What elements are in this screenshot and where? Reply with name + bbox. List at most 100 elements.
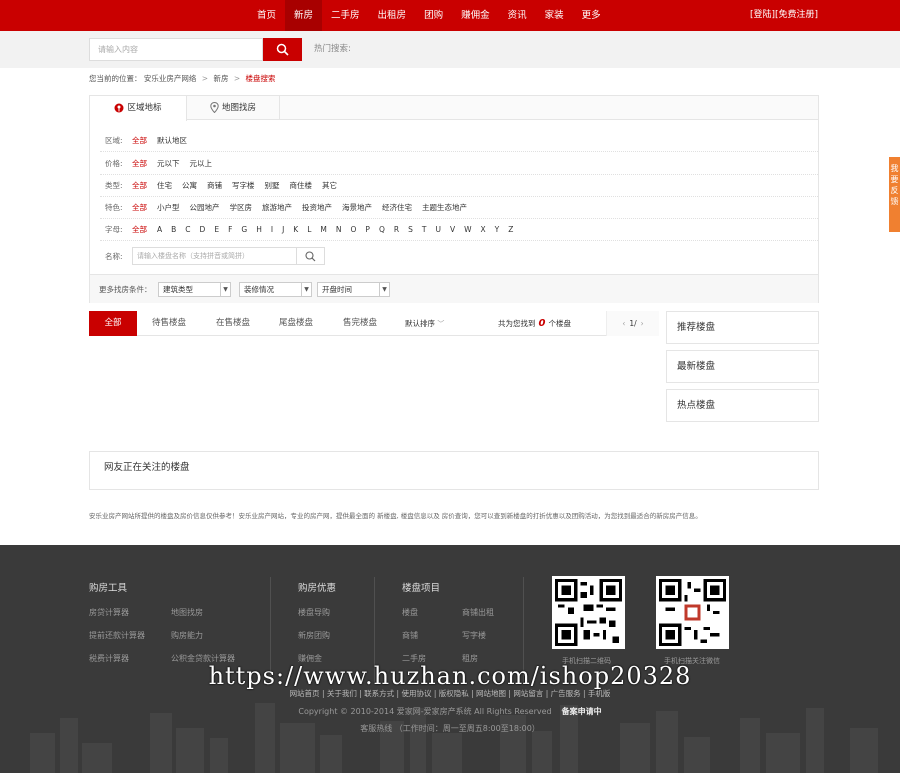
filter-option[interactable]: 全部	[132, 159, 147, 168]
letter-option[interactable]: M	[320, 225, 326, 234]
search-bar: 请输入内容 热门搜索:	[0, 31, 900, 68]
filter-option[interactable]: 旅游地产	[262, 203, 292, 212]
prev-page-icon[interactable]: ‹	[622, 319, 625, 328]
chevron-down-icon: ▼	[301, 283, 311, 296]
footer-link[interactable]: 新房团购	[298, 630, 330, 641]
tab-region[interactable]: 区域地标	[90, 96, 187, 121]
filter-option[interactable]: 全部	[132, 203, 147, 212]
nav-item-group-buy[interactable]: 团购	[415, 0, 452, 31]
tab-map-search[interactable]: 地图找房	[187, 96, 280, 120]
nav-item-commission[interactable]: 赚佣金	[452, 0, 499, 31]
footer-link[interactable]: 楼盘导购	[298, 607, 330, 618]
nav-item-second-hand[interactable]: 二手房	[322, 0, 369, 31]
letter-option[interactable]: D	[200, 225, 206, 234]
footer-link[interactable]: 房贷计算器	[89, 607, 129, 618]
result-count-number: 0	[538, 318, 546, 329]
nav-item-decoration[interactable]: 家装	[536, 0, 573, 31]
footer-link[interactable]: 写字楼	[462, 630, 486, 641]
breadcrumb-separator: >	[233, 74, 241, 83]
nav-item-home[interactable]: 首页	[248, 0, 285, 31]
login-link[interactable]: [登陆]	[750, 10, 775, 20]
breadcrumb-item-new-house[interactable]: 新房	[213, 74, 228, 83]
filter-option[interactable]: 全部	[132, 225, 147, 234]
list-tab-sold-out[interactable]: 售完楼盘	[332, 311, 388, 336]
search-button[interactable]	[263, 38, 302, 61]
sidebar-hot[interactable]: 热点楼盘	[666, 389, 819, 422]
letter-option[interactable]: W	[464, 225, 471, 234]
filter-option[interactable]: 经济住宅	[382, 203, 412, 212]
filter-option[interactable]: 海景地产	[342, 203, 372, 212]
filter-option[interactable]: 元以上	[190, 159, 213, 168]
letter-option[interactable]: K	[293, 225, 298, 234]
search-input[interactable]: 请输入内容	[89, 38, 263, 61]
nav-item-rental[interactable]: 出租房	[369, 0, 416, 31]
footer-link[interactable]: 地图找房	[171, 607, 203, 618]
footer-link[interactable]: 楼盘	[402, 607, 418, 618]
filter-option[interactable]: 默认地区	[157, 136, 187, 145]
filter-option[interactable]: 商铺	[207, 181, 222, 190]
letter-option[interactable]: G	[241, 225, 247, 234]
letter-option[interactable]: J	[282, 225, 284, 234]
filter-option[interactable]: 其它	[322, 181, 337, 190]
filter-option[interactable]: 公寓	[182, 181, 197, 190]
letter-option[interactable]: N	[336, 225, 342, 234]
letter-option[interactable]: Z	[508, 225, 513, 234]
footer-link[interactable]: 提前还款计算器	[89, 630, 145, 641]
feedback-tab[interactable]: 我要反馈	[889, 157, 900, 232]
filter-option[interactable]: 投资地产	[302, 203, 332, 212]
breadcrumb-item-site[interactable]: 安乐业房产网络	[144, 74, 197, 83]
letter-option[interactable]: P	[365, 225, 370, 234]
sidebar-latest[interactable]: 最新楼盘	[666, 350, 819, 383]
sidebar-recommended[interactable]: 推荐楼盘	[666, 311, 819, 344]
letter-option[interactable]: F	[228, 225, 232, 234]
letter-option[interactable]: X	[481, 225, 486, 234]
opening-time-select[interactable]: 开盘时间 ▼	[317, 282, 390, 297]
watching-section-title: 网友正在关注的楼盘	[89, 451, 819, 490]
decoration-select[interactable]: 装修情况 ▼	[239, 282, 312, 297]
filter-option[interactable]: 元以下	[157, 159, 180, 168]
letter-option[interactable]: T	[422, 225, 427, 234]
filter-option[interactable]: 写字楼	[232, 181, 255, 190]
letter-option[interactable]: A	[157, 225, 162, 234]
letter-option[interactable]: S	[408, 225, 413, 234]
filter-option[interactable]: 学区房	[230, 203, 253, 212]
letter-option[interactable]: L	[307, 225, 311, 234]
footer-link[interactable]: 购房能力	[171, 630, 203, 641]
wechat-qr-code-image	[656, 576, 729, 649]
filter-option[interactable]: 住宅	[157, 181, 172, 190]
letter-option[interactable]: O	[351, 225, 357, 234]
letter-option[interactable]: V	[450, 225, 455, 234]
letter-option[interactable]: R	[394, 225, 399, 234]
list-tab-final[interactable]: 尾盘楼盘	[268, 311, 324, 336]
filter-option[interactable]: 小户型	[157, 203, 180, 212]
letter-option[interactable]: U	[435, 225, 441, 234]
filter-option[interactable]: 全部	[132, 136, 147, 145]
filter-option[interactable]: 公园地产	[190, 203, 220, 212]
filter-option[interactable]: 主题生态地产	[422, 203, 467, 212]
list-tab-pending[interactable]: 待售楼盘	[141, 311, 197, 336]
filter-option[interactable]: 别墅	[265, 181, 280, 190]
footer-link[interactable]: 商铺出租	[462, 607, 494, 618]
pager: ‹ 1/ ›	[606, 311, 659, 336]
letter-option[interactable]: B	[171, 225, 176, 234]
list-tab-on-sale[interactable]: 在售楼盘	[205, 311, 261, 336]
letter-option[interactable]: I	[271, 225, 273, 234]
sort-dropdown[interactable]: 默认排序 ﹀	[405, 311, 444, 337]
letter-option[interactable]: H	[256, 225, 262, 234]
next-page-icon[interactable]: ›	[641, 319, 644, 328]
register-link[interactable]: [免费注册]	[775, 10, 818, 20]
footer-link[interactable]: 商铺	[402, 630, 418, 641]
nav-item-news[interactable]: 资讯	[499, 0, 536, 31]
building-type-select[interactable]: 建筑类型 ▼	[158, 282, 231, 297]
filter-option[interactable]: 商住楼	[290, 181, 313, 190]
nav-item-more[interactable]: 更多	[573, 0, 610, 31]
list-tab-all[interactable]: 全部	[89, 311, 137, 336]
property-name-search-button[interactable]	[297, 247, 325, 265]
letter-option[interactable]: Q	[379, 225, 385, 234]
property-name-input[interactable]: 请输入楼盘名称（支持拼音或简拼）	[132, 247, 297, 265]
letter-option[interactable]: Y	[495, 225, 500, 234]
filter-option[interactable]: 全部	[132, 181, 147, 190]
letter-option[interactable]: E	[214, 225, 219, 234]
letter-option[interactable]: C	[185, 225, 190, 234]
nav-item-new-house[interactable]: 新房	[285, 0, 323, 31]
